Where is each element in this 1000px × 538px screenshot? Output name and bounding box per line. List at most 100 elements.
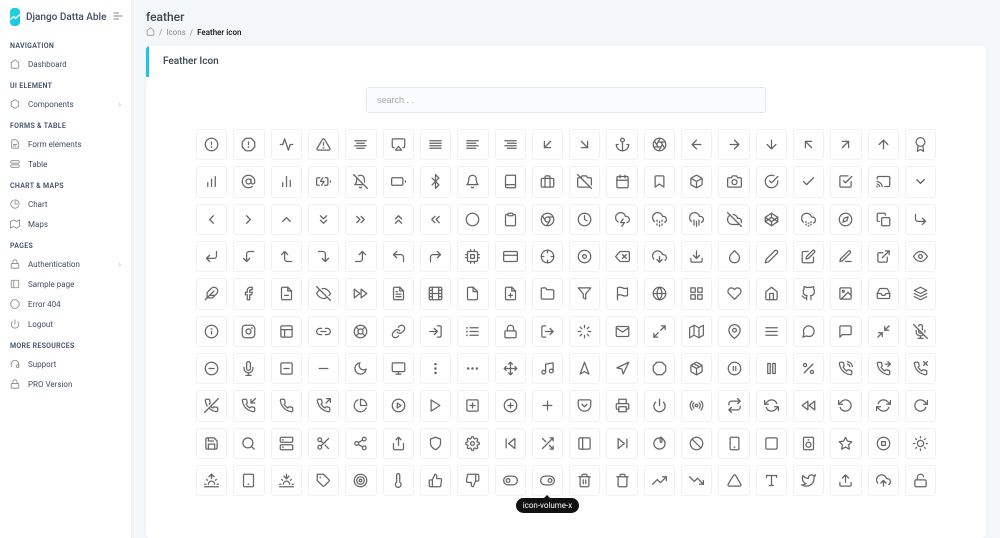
plus-icon[interactable] [532, 390, 563, 421]
flag-icon[interactable] [606, 278, 637, 309]
check-circle-icon[interactable] [756, 166, 787, 197]
battery-charging-icon[interactable] [308, 166, 339, 197]
phone-icon[interactable] [271, 390, 302, 421]
globe-icon[interactable] [644, 278, 675, 309]
airplay-icon[interactable] [383, 129, 414, 160]
log-in-icon[interactable] [420, 316, 451, 347]
bar-chart-2-icon[interactable] [271, 166, 302, 197]
shuffle-icon[interactable] [532, 428, 563, 459]
scissors-icon[interactable] [308, 428, 339, 459]
phone-forwarded-icon[interactable] [868, 353, 899, 384]
calendar-icon[interactable] [606, 166, 637, 197]
settings-icon[interactable] [457, 428, 488, 459]
edit-1-icon[interactable] [830, 241, 861, 272]
shield-icon[interactable] [420, 428, 451, 459]
navigation-icon[interactable] [606, 353, 637, 384]
trash-2-icon[interactable] [569, 465, 600, 496]
tablet-icon[interactable] [233, 465, 264, 496]
inbox-icon[interactable] [868, 278, 899, 309]
phone-missed-icon[interactable] [905, 353, 936, 384]
sunset-icon[interactable] [271, 465, 302, 496]
log-out-icon[interactable] [532, 316, 563, 347]
crosshair-icon[interactable] [532, 241, 563, 272]
image-icon[interactable] [830, 278, 861, 309]
bluetooth-icon[interactable] [420, 166, 451, 197]
align-justify-icon[interactable] [420, 129, 451, 160]
pie-chart-icon[interactable] [345, 390, 376, 421]
life-buoy-icon[interactable] [345, 316, 376, 347]
menu-icon[interactable] [756, 316, 787, 347]
mail-icon[interactable] [606, 316, 637, 347]
unlock-icon[interactable] [905, 465, 936, 496]
arrow-up-left-icon[interactable] [793, 129, 824, 160]
minimize-2-icon[interactable] [868, 316, 899, 347]
filter-icon[interactable] [569, 278, 600, 309]
camera-icon[interactable] [718, 166, 749, 197]
clock-icon[interactable] [569, 204, 600, 235]
arrow-down-right-icon[interactable] [569, 129, 600, 160]
rewind-icon[interactable] [793, 390, 824, 421]
search-icon[interactable] [233, 428, 264, 459]
chevrons-left-icon[interactable] [420, 204, 451, 235]
plus-square-icon[interactable] [457, 390, 488, 421]
trending-down-icon[interactable] [681, 465, 712, 496]
chrome-icon[interactable] [532, 204, 563, 235]
repeat-icon[interactable] [718, 390, 749, 421]
feather-icon[interactable] [196, 278, 227, 309]
play-circle-icon[interactable] [383, 390, 414, 421]
slack-icon[interactable] [644, 428, 675, 459]
bell-icon[interactable] [457, 166, 488, 197]
alert-circle-icon[interactable] [196, 129, 227, 160]
message-square-icon[interactable] [830, 316, 861, 347]
chevron-up-icon[interactable] [271, 204, 302, 235]
phone-outgoing-icon[interactable] [308, 390, 339, 421]
corner-up-left-icon[interactable] [383, 241, 414, 272]
corner-right-down-icon[interactable] [308, 241, 339, 272]
file-text-icon[interactable] [383, 278, 414, 309]
home-icon[interactable] [756, 278, 787, 309]
minus-icon[interactable] [308, 353, 339, 384]
pause-circle-icon[interactable] [718, 353, 749, 384]
sun-icon[interactable] [905, 428, 936, 459]
sidebar-item-dashboard[interactable]: Dashboard [0, 54, 131, 74]
toggle-right-icon[interactable]: icon-volume-x [532, 465, 563, 496]
arrow-down-icon[interactable] [756, 129, 787, 160]
corner-left-down-icon[interactable] [233, 241, 264, 272]
play-icon[interactable] [420, 390, 451, 421]
sidebar-item-authentication[interactable]: Authentication› [0, 254, 131, 274]
sidebar-icon[interactable] [569, 428, 600, 459]
compass-icon[interactable] [830, 204, 861, 235]
award-icon[interactable] [905, 129, 936, 160]
phone-incoming-icon[interactable] [233, 390, 264, 421]
moon-icon[interactable] [345, 353, 376, 384]
eye-off-icon[interactable] [308, 278, 339, 309]
pocket-icon[interactable] [569, 390, 600, 421]
disc-icon[interactable] [569, 241, 600, 272]
phone-off-icon[interactable] [196, 390, 227, 421]
facebook-icon[interactable] [233, 278, 264, 309]
pause-icon[interactable] [756, 353, 787, 384]
type-icon[interactable] [756, 465, 787, 496]
map-icon[interactable] [681, 316, 712, 347]
bar-chart-icon[interactable] [196, 166, 227, 197]
heart-icon[interactable] [718, 278, 749, 309]
cloud-lightning-icon[interactable] [606, 204, 637, 235]
corner-right-up-icon[interactable] [345, 241, 376, 272]
monitor-icon[interactable] [383, 353, 414, 384]
sidebar-toggle-icon[interactable] [112, 10, 124, 25]
maximize-2-icon[interactable] [644, 316, 675, 347]
arrow-up-icon[interactable] [868, 129, 899, 160]
cast-icon[interactable] [868, 166, 899, 197]
chevron-down-icon[interactable] [905, 166, 936, 197]
link-2-icon[interactable] [308, 316, 339, 347]
printer-icon[interactable] [606, 390, 637, 421]
delete-icon[interactable] [606, 241, 637, 272]
alert-triangle-icon[interactable] [308, 129, 339, 160]
skip-forward-icon[interactable] [606, 428, 637, 459]
align-center-icon[interactable] [345, 129, 376, 160]
corner-left-up-icon[interactable] [271, 241, 302, 272]
align-left-icon[interactable] [457, 129, 488, 160]
github-icon[interactable] [793, 278, 824, 309]
upload-cloud-icon[interactable] [868, 465, 899, 496]
sidebar-item-form-elements[interactable]: Form elements [0, 134, 131, 154]
